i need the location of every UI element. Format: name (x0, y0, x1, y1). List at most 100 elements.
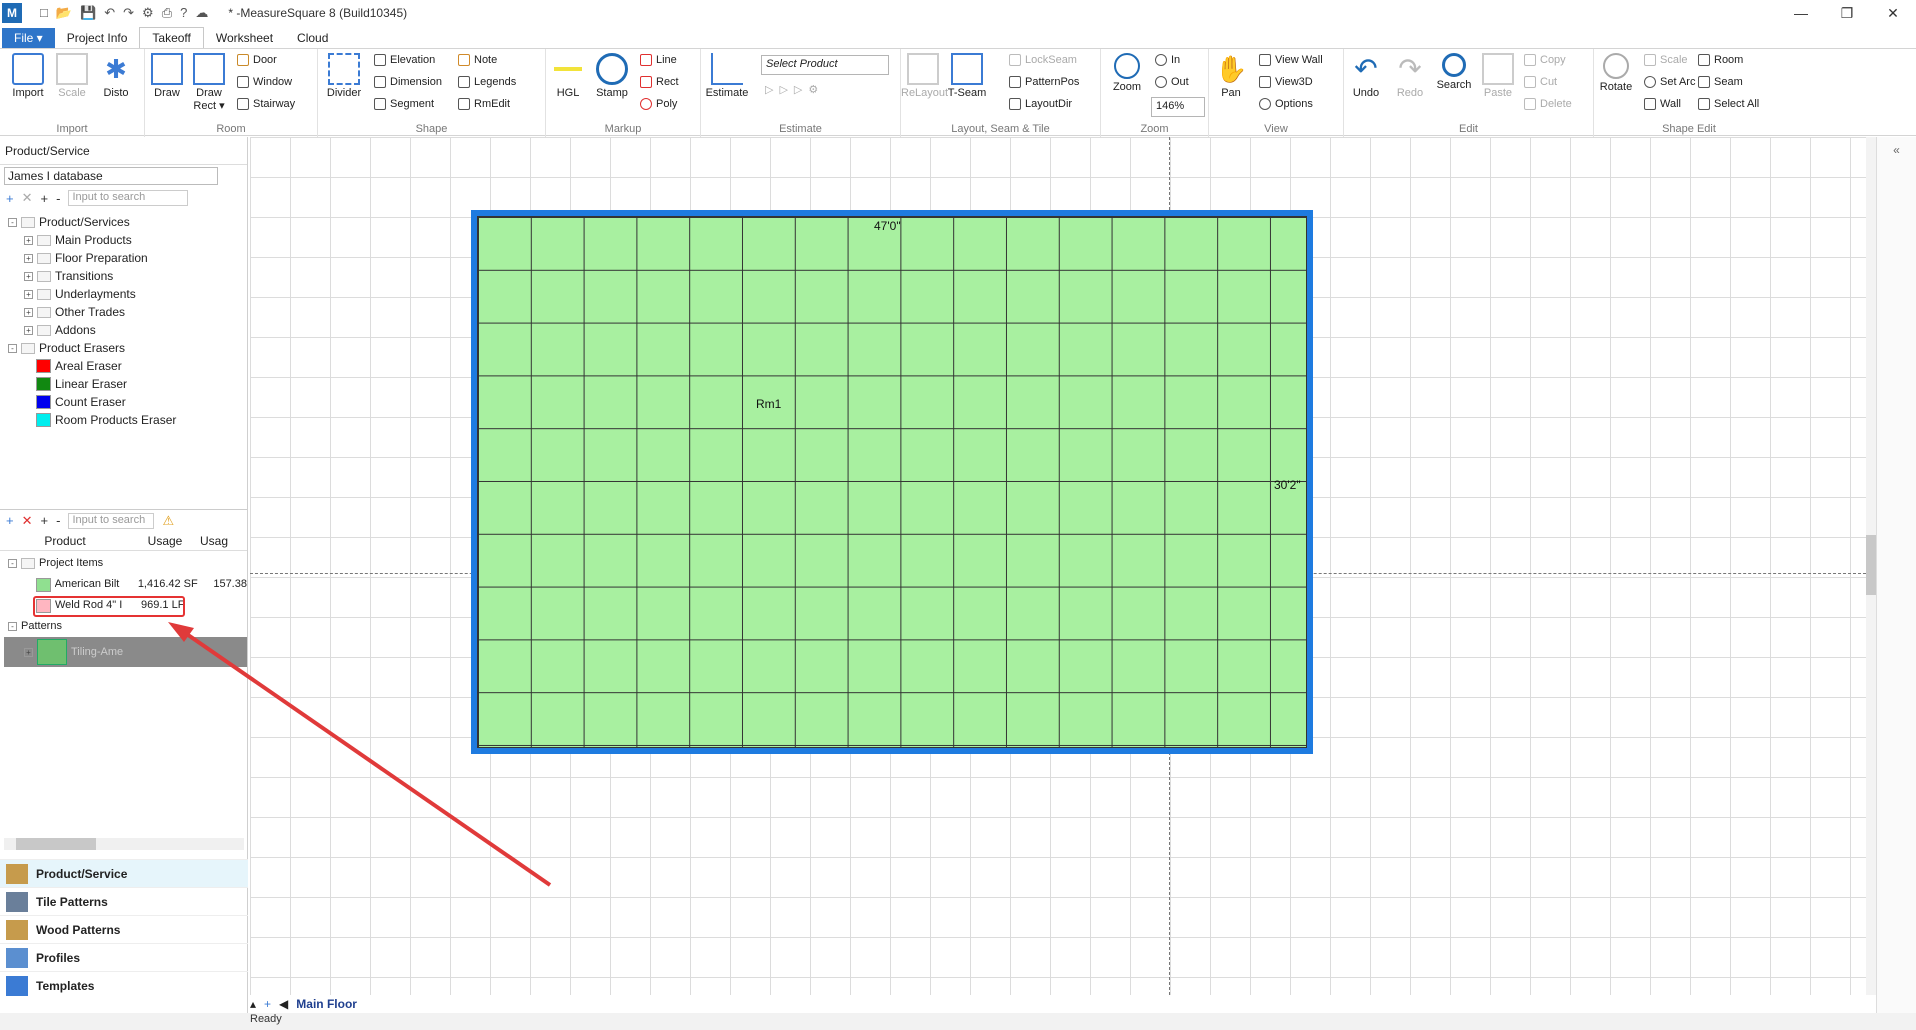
horizontal-scrollbar[interactable] (4, 838, 244, 850)
tree-item-product-services[interactable]: - Product/Services (8, 213, 247, 231)
tab-main-floor[interactable]: Main Floor (296, 997, 357, 1011)
patternpos-button[interactable]: PatternPos (1009, 76, 1079, 88)
expand-icon[interactable]: + (41, 191, 49, 206)
tree-item-floor-preparation[interactable]: + Floor Preparation (8, 249, 247, 267)
restore-button[interactable]: ❐ (1824, 0, 1870, 26)
warning-icon[interactable]: ⚠ (162, 513, 174, 529)
undo-icon[interactable]: ↶ (104, 5, 115, 21)
legends-button[interactable]: Legends (458, 76, 516, 88)
tab-worksheet[interactable]: Worksheet (204, 28, 285, 48)
options-button[interactable]: Options (1259, 98, 1313, 110)
prev-floor-icon[interactable]: ◀ (279, 997, 288, 1011)
expand-icon[interactable]: + (24, 271, 33, 281)
line-button[interactable]: Line (640, 54, 677, 66)
select-product-dropdown[interactable]: Select Product (761, 55, 889, 75)
zoom-in-button[interactable]: In (1155, 54, 1180, 66)
table-row[interactable]: American Bilt 1,416.42 SF 157.38 (8, 574, 247, 595)
eraser-areal[interactable]: Areal Eraser (8, 357, 247, 375)
nav-templates[interactable]: Templates (0, 971, 248, 999)
tab-file[interactable]: File ▾ (2, 28, 55, 48)
expand-icon[interactable]: + (24, 235, 33, 245)
hgl-button[interactable]: HGL (546, 53, 590, 99)
eraser-count[interactable]: Count Eraser (8, 393, 247, 411)
copy-button[interactable]: Copy (1524, 54, 1566, 66)
tab-project-info[interactable]: Project Info (55, 28, 140, 48)
room-select-button[interactable]: Room (1698, 54, 1743, 66)
print-icon[interactable]: ⎙ (162, 5, 172, 21)
note-button[interactable]: Note (458, 54, 497, 66)
minimize-button[interactable]: — (1778, 0, 1824, 26)
collapse-icon[interactable]: - (8, 622, 17, 631)
paste-button[interactable]: Paste (1476, 53, 1520, 99)
redo-icon[interactable]: ↷ (123, 5, 134, 21)
tree-item-underlayments[interactable]: + Underlayments (8, 285, 247, 303)
segment-button[interactable]: Segment (374, 98, 434, 110)
shape-scale-button[interactable]: Scale (1644, 54, 1688, 66)
new-file-icon[interactable]: □ (40, 5, 48, 21)
expand-icon[interactable]: + (24, 325, 33, 335)
project-items-group[interactable]: - Project Items (8, 553, 247, 574)
view3d-button[interactable]: View3D (1259, 76, 1313, 88)
window-button[interactable]: Window (237, 76, 292, 88)
product-search-input[interactable]: Input to search (68, 190, 189, 206)
tab-cloud[interactable]: Cloud (285, 28, 340, 48)
eraser-linear[interactable]: Linear Eraser (8, 375, 247, 393)
expand-icon[interactable]: + (41, 513, 49, 528)
add-floor-icon[interactable]: + (264, 997, 271, 1011)
room-rm1[interactable]: 47'0" Rm1 30'2" (471, 210, 1313, 754)
cut-button[interactable]: Cut (1524, 76, 1557, 88)
delete-button[interactable]: Delete (1524, 98, 1572, 110)
relayout-button[interactable]: ReLayout (901, 53, 948, 99)
column-header-usage2[interactable]: Usag (200, 534, 240, 548)
collapse-icon[interactable]: - (8, 343, 17, 353)
nav-profiles[interactable]: Profiles (0, 943, 248, 971)
project-search-input[interactable]: Input to search (68, 512, 155, 529)
search-button[interactable]: Search (1432, 53, 1476, 91)
tree-item-main-products[interactable]: + Main Products (8, 231, 247, 249)
expand-icon[interactable]: + (24, 307, 33, 317)
collapse-panel-icon[interactable]: « (1889, 143, 1905, 157)
collapse-icon[interactable]: - (8, 217, 17, 227)
undo-button[interactable]: ↶ Undo (1344, 53, 1388, 99)
tree-item-other-trades[interactable]: + Other Trades (8, 303, 247, 321)
select-all-button[interactable]: Select All (1698, 98, 1759, 110)
nav-wood-patterns[interactable]: Wood Patterns (0, 915, 248, 943)
eraser-room-products[interactable]: Room Products Eraser (8, 411, 247, 429)
patterns-group[interactable]: - Patterns (8, 616, 247, 637)
zoom-button[interactable]: Zoom (1105, 53, 1149, 93)
collapse-icon[interactable]: - (8, 559, 17, 568)
expand-icon[interactable]: + (24, 253, 33, 263)
collapse-icon[interactable]: - (56, 513, 60, 528)
expand-icon[interactable]: + (24, 289, 33, 299)
tree-item-product-erasers[interactable]: - Product Erasers (8, 339, 247, 357)
drawing-canvas[interactable]: 47'0" Rm1 30'2" (250, 137, 1875, 995)
zoom-out-button[interactable]: Out (1155, 76, 1189, 88)
room-tile-grid[interactable]: 47'0" Rm1 30'2" (477, 216, 1307, 748)
collapse-icon[interactable]: - (56, 191, 60, 206)
dimension-button[interactable]: Dimension (374, 76, 442, 88)
nav-tile-patterns[interactable]: Tile Patterns (0, 887, 248, 915)
estimate-button[interactable]: Estimate (705, 53, 749, 99)
column-header-product[interactable]: Product (0, 534, 130, 548)
cloud-icon[interactable]: ☁ (195, 5, 208, 21)
remove-icon[interactable]: ✕ (22, 513, 33, 529)
view-wall-button[interactable]: View Wall (1259, 54, 1323, 66)
app-logo-icon[interactable]: M (2, 3, 22, 23)
settings-icon[interactable]: ⚙ (142, 5, 154, 21)
tree-item-addons[interactable]: + Addons (8, 321, 247, 339)
tree-item-transitions[interactable]: + Transitions (8, 267, 247, 285)
nav-product-service[interactable]: Product/Service (0, 859, 248, 887)
disto-button[interactable]: ✱ Disto (94, 53, 138, 99)
draw-button[interactable]: Draw (145, 53, 189, 99)
lockseam-button[interactable]: LockSeam (1009, 54, 1077, 66)
pan-button[interactable]: ✋ Pan (1209, 53, 1253, 99)
wall-button[interactable]: Wall (1644, 98, 1681, 110)
pattern-row[interactable]: + Tiling-Ame (4, 637, 247, 667)
expand-icon[interactable]: + (24, 647, 33, 657)
column-header-usage[interactable]: Usage (130, 534, 200, 548)
stamp-button[interactable]: Stamp (590, 53, 634, 99)
scale-button[interactable]: Scale (50, 53, 94, 99)
layoutdir-button[interactable]: LayoutDir (1009, 98, 1072, 110)
divider-button[interactable]: Divider (322, 53, 366, 99)
help-icon[interactable]: ? (180, 5, 187, 21)
